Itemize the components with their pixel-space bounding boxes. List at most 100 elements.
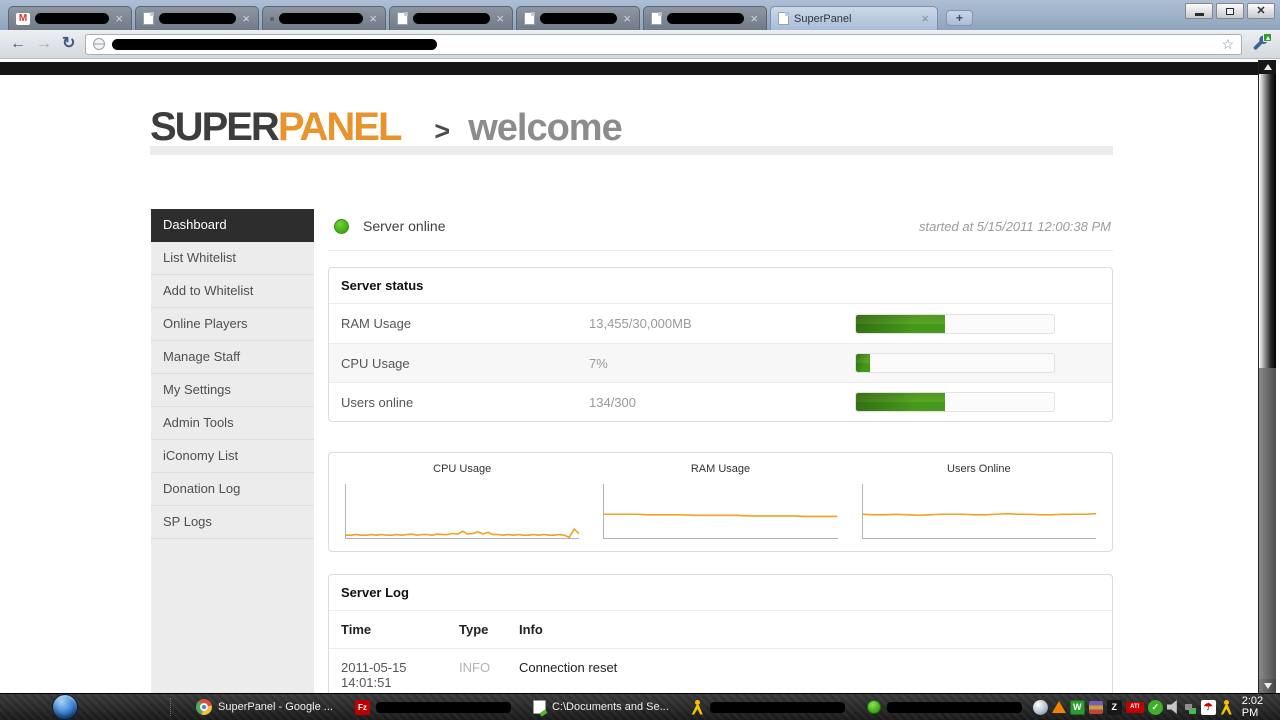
online-status-label: Server online xyxy=(363,218,446,234)
redacted-tab-title xyxy=(279,13,363,24)
redacted-tab-title xyxy=(35,13,109,24)
tab-close-icon[interactable]: × xyxy=(368,12,378,25)
restore-button[interactable] xyxy=(1216,3,1244,19)
browser-tab[interactable]: × xyxy=(389,6,513,30)
winrar-icon[interactable] xyxy=(1089,701,1103,714)
sidebar-item-iconomy-list[interactable]: iConomy List xyxy=(151,440,314,473)
tab-close-icon[interactable]: × xyxy=(920,12,930,25)
status-row: CPU Usage7% xyxy=(329,343,1112,382)
taskbar-item[interactable] xyxy=(680,694,856,720)
server-status-panel: Server status RAM Usage13,455/30,000MB CP… xyxy=(328,267,1113,422)
sidebar-nav: DashboardList WhitelistAdd to WhitelistO… xyxy=(151,209,314,693)
scrollbar-thumb[interactable] xyxy=(1259,74,1276,368)
tab-close-icon[interactable]: × xyxy=(241,12,251,25)
tab-close-icon[interactable]: × xyxy=(622,12,632,25)
taskbar-item[interactable]: Fz xyxy=(344,694,522,720)
breadcrumb-section: welcome xyxy=(468,107,622,150)
taskbar-item[interactable]: SuperPanel - Google ... xyxy=(185,694,344,720)
update-badge-icon xyxy=(1263,33,1272,42)
sidebar-item-manage-staff[interactable]: Manage Staff xyxy=(151,341,314,374)
server-log-title: Server Log xyxy=(329,575,1112,611)
sidebar-item-my-settings[interactable]: My Settings xyxy=(151,374,314,407)
sidebar-item-admin-tools[interactable]: Admin Tools xyxy=(151,407,314,440)
sidebar-item-list-whitelist[interactable]: List Whitelist xyxy=(151,242,314,275)
browser-tab[interactable]: × xyxy=(262,6,386,30)
minimize-button[interactable] xyxy=(1185,3,1213,19)
log-type: INFO xyxy=(459,660,519,690)
scrollbar-up-arrow[interactable] xyxy=(1259,60,1276,74)
aim-icon xyxy=(691,700,704,715)
server-status-title: Server status xyxy=(329,268,1112,304)
close-window-button[interactable]: ✕ xyxy=(1247,3,1275,19)
daemon-tools-icon[interactable] xyxy=(1033,700,1048,715)
server-log-panel: Server Log TimeTypeInfo 2011-05-15 14:01… xyxy=(328,574,1113,693)
tab-superpanel[interactable]: SuperPanel × xyxy=(770,6,938,30)
forward-button[interactable]: → xyxy=(36,36,52,52)
tab-close-icon[interactable]: × xyxy=(114,12,124,25)
tabs-container: M××××××SuperPanel× xyxy=(8,6,941,30)
taskbar-items: SuperPanel - Google ... Fz C:\Documents an… xyxy=(185,694,1033,720)
taskbar-item-label: SuperPanel - Google ... xyxy=(218,701,333,713)
browser-tab[interactable]: M× xyxy=(8,6,132,30)
start-button[interactable] xyxy=(52,694,78,720)
window-controls: ✕ xyxy=(1185,3,1275,19)
wrench-menu-button[interactable] xyxy=(1252,35,1270,53)
chart-title: RAM Usage xyxy=(603,463,837,475)
logo-super: SUPER xyxy=(150,105,278,150)
address-bar[interactable]: ☆ xyxy=(85,34,1242,55)
reload-button[interactable]: ↻ xyxy=(62,36,75,52)
minimize-icon xyxy=(1195,13,1204,16)
network-icon[interactable] xyxy=(1185,704,1192,710)
sidebar-item-add-to-whitelist[interactable]: Add to Whitelist xyxy=(151,275,314,308)
restore-icon xyxy=(1226,8,1234,15)
page-scrollbar[interactable] xyxy=(1258,60,1276,693)
volume-icon[interactable] xyxy=(1167,700,1181,714)
new-tab-button[interactable]: + xyxy=(946,10,973,26)
redacted-taskbar-label xyxy=(710,702,845,713)
browser-tab[interactable]: × xyxy=(516,6,640,30)
server-log-header: TimeTypeInfo xyxy=(329,611,1112,649)
taskbar-item[interactable] xyxy=(856,694,1033,720)
sidebar-item-dashboard[interactable]: Dashboard xyxy=(151,209,314,242)
back-button[interactable]: ← xyxy=(10,36,26,52)
tab-close-icon[interactable]: × xyxy=(495,12,505,25)
server-orb-icon xyxy=(867,700,881,714)
zonealarm-icon[interactable]: Z xyxy=(1107,700,1122,715)
winamp-agent-icon[interactable]: W xyxy=(1070,700,1085,715)
scrollbar-down-arrow[interactable] xyxy=(1259,679,1276,693)
sidebar-item-online-players[interactable]: Online Players xyxy=(151,308,314,341)
close-icon: ✕ xyxy=(1256,6,1265,17)
status-row-value: 13,455/30,000MB xyxy=(589,316,855,331)
sidebar-item-sp-logs[interactable]: SP Logs xyxy=(151,506,314,539)
progress-bar-fill xyxy=(856,315,945,333)
chart-users-online: Users Online xyxy=(850,463,1108,539)
ati-icon[interactable]: ATI xyxy=(1126,702,1144,713)
avira-icon[interactable]: ☂ xyxy=(1201,700,1216,715)
logo-panel: PANEL xyxy=(278,105,401,150)
antivirus-status-icon[interactable]: ✓ xyxy=(1148,700,1163,715)
browser-tab[interactable]: × xyxy=(643,6,767,30)
progress-bar xyxy=(855,353,1055,373)
redacted-url xyxy=(112,39,437,50)
notepad-icon xyxy=(533,700,546,714)
aim-icon[interactable] xyxy=(1220,700,1233,715)
server-status-rows: RAM Usage13,455/30,000MBCPU Usage7%Users… xyxy=(329,304,1112,421)
redacted-tab-title xyxy=(413,13,490,24)
tab-close-icon[interactable]: × xyxy=(749,12,759,25)
progress-bar-fill xyxy=(856,393,945,411)
log-info: Connection reset xyxy=(519,660,1112,690)
bookmark-star-icon[interactable]: ☆ xyxy=(1221,37,1234,51)
redacted-taskbar-label xyxy=(376,702,511,713)
log-col-info: Info xyxy=(519,622,1112,637)
globe-icon xyxy=(93,38,105,50)
taskbar-item[interactable]: C:\Documents and Se... xyxy=(522,694,680,720)
redacted-tab-title xyxy=(159,13,236,24)
tab-title: SuperPanel xyxy=(794,13,915,25)
online-status-icon xyxy=(334,219,349,234)
status-row-label: RAM Usage xyxy=(329,316,589,331)
taskbar-item-label: C:\Documents and Se... xyxy=(552,701,669,713)
browser-tab[interactable]: × xyxy=(135,6,259,30)
chart-plot xyxy=(345,484,579,539)
sidebar-item-donation-log[interactable]: Donation Log xyxy=(151,473,314,506)
vlc-icon[interactable] xyxy=(1052,701,1066,713)
